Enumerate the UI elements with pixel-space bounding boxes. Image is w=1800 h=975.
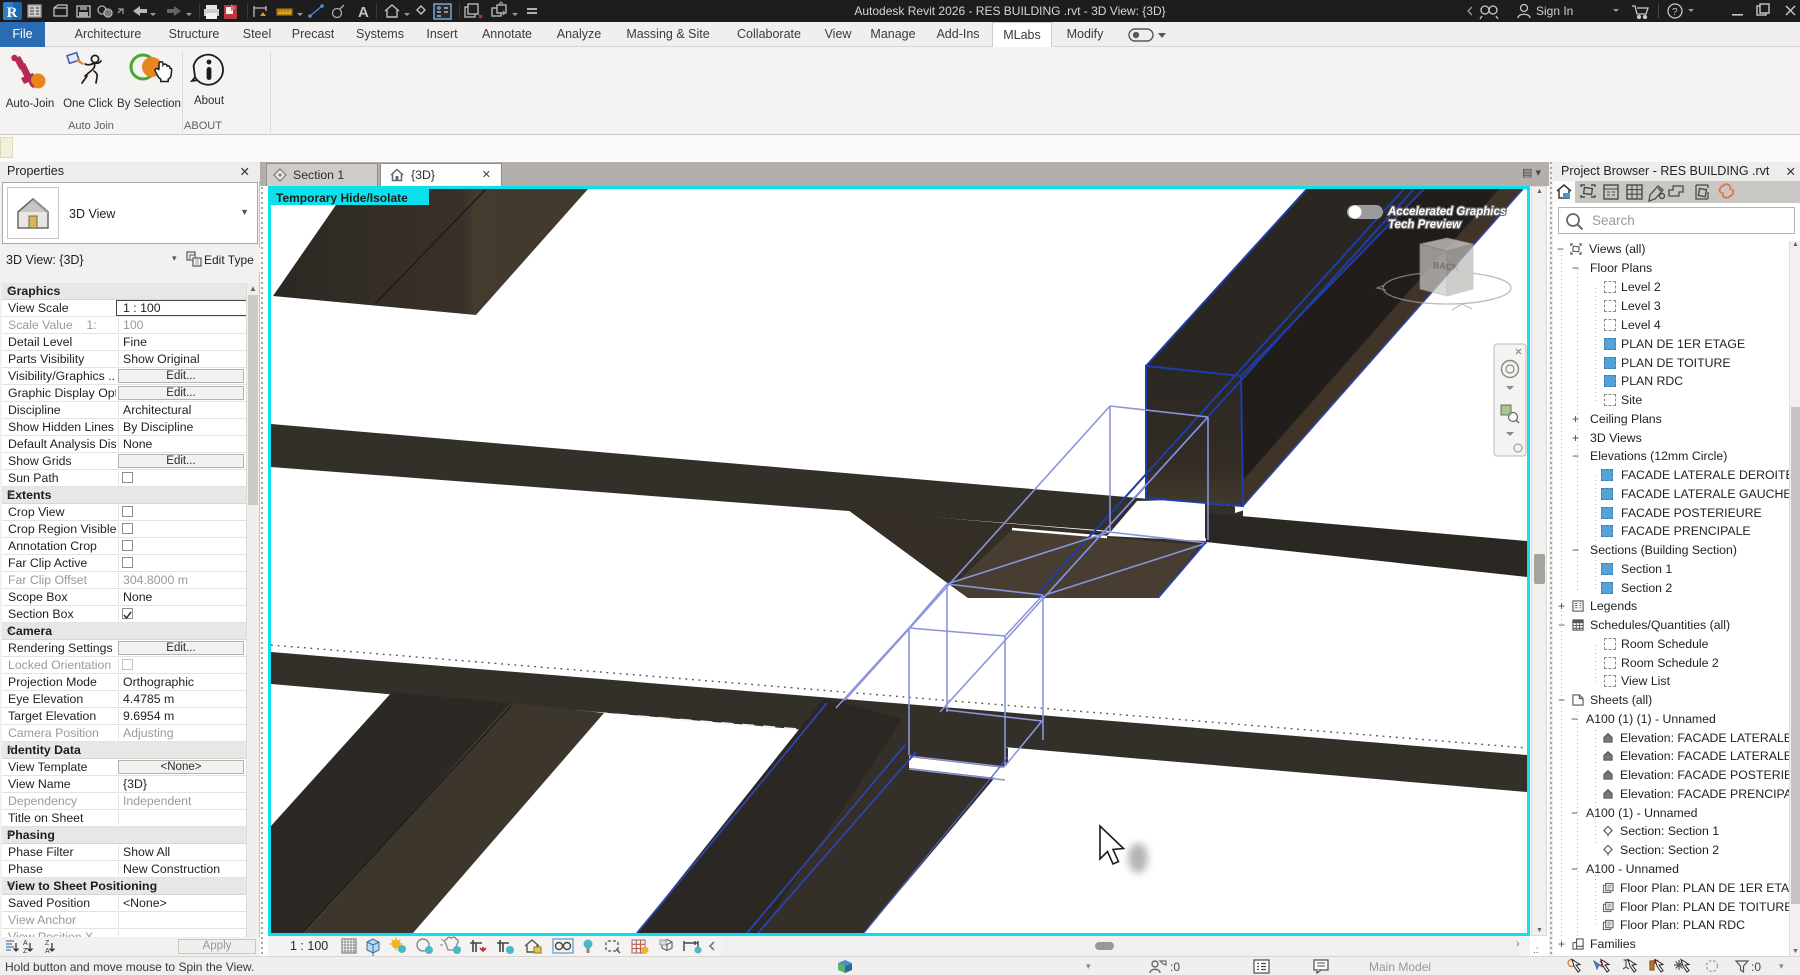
svg-text:Tech Preview: Tech Preview: [1388, 219, 1462, 231]
svg-text:Z: Z: [45, 940, 50, 947]
svg-text::0: :0: [1751, 960, 1761, 974]
svg-text:A: A: [45, 948, 50, 954]
svg-text:A: A: [358, 4, 369, 21]
svg-text:Temporary Hide/Isolate: Temporary Hide/Isolate: [276, 191, 408, 205]
svg-text:Z: Z: [23, 948, 28, 954]
svg-text:Accelerated Graphics: Accelerated Graphics: [1387, 206, 1506, 218]
svg-text:R: R: [7, 5, 18, 21]
svg-text:Sign In: Sign In: [1536, 4, 1573, 18]
svg-text:?: ?: [1672, 7, 1678, 18]
svg-text:A: A: [23, 940, 28, 947]
